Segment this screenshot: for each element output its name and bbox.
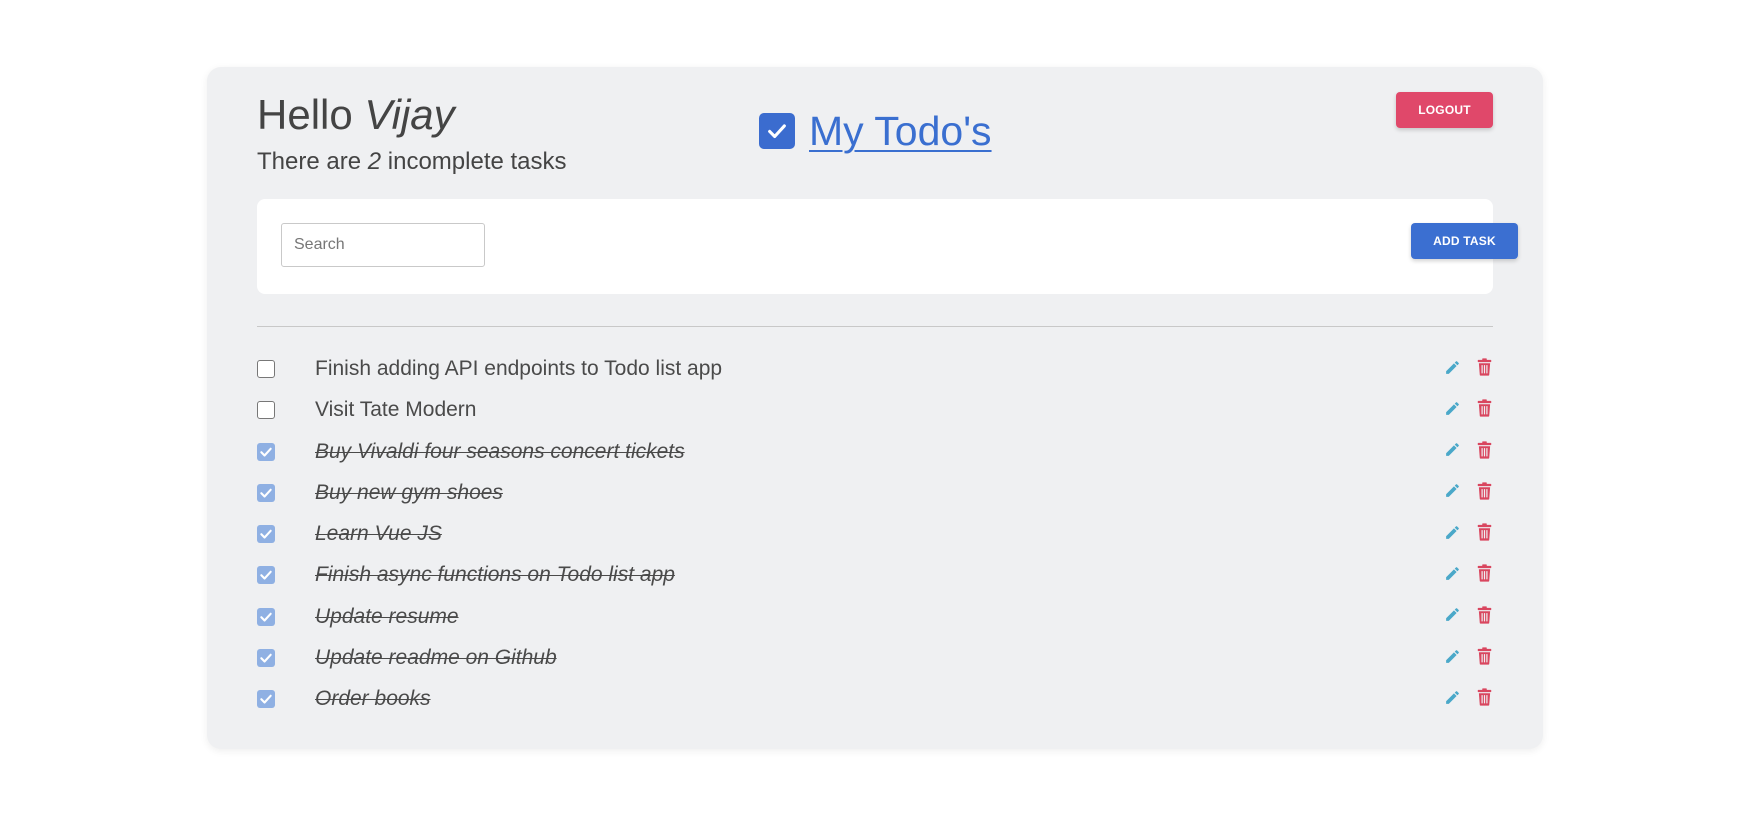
user-name: Vijay xyxy=(364,91,455,138)
check-icon xyxy=(260,488,272,498)
todo-card: Hello Vijay There are 2 incomplete tasks… xyxy=(207,67,1543,749)
task-list: Finish adding API endpoints to Todo list… xyxy=(257,353,1493,725)
pencil-icon[interactable] xyxy=(1443,440,1461,460)
task-checkbox[interactable] xyxy=(257,401,275,420)
task-item: Visit Tate Modern xyxy=(257,394,1493,435)
task-label: Buy new gym shoes xyxy=(315,480,503,504)
trash-icon[interactable] xyxy=(1475,481,1493,501)
task-label: Learn Vue JS xyxy=(315,522,442,546)
pencil-icon[interactable] xyxy=(1443,481,1461,501)
pencil-icon[interactable] xyxy=(1443,357,1461,377)
summary-prefix: There are xyxy=(257,148,362,175)
trash-icon[interactable] xyxy=(1475,440,1493,460)
task-item: Order books xyxy=(257,683,1493,724)
task-checkbox[interactable] xyxy=(257,525,275,544)
trash-icon[interactable] xyxy=(1475,563,1493,583)
logout-button[interactable]: LOGOUT xyxy=(1396,92,1493,128)
pencil-icon[interactable] xyxy=(1443,605,1461,625)
app-brand: My Todo's xyxy=(759,107,992,155)
trash-icon[interactable] xyxy=(1475,357,1493,377)
divider xyxy=(257,326,1493,327)
task-actions xyxy=(1443,563,1493,583)
trash-icon[interactable] xyxy=(1475,646,1493,666)
task-item: Update resume xyxy=(257,601,1493,642)
summary-suffix: incomplete tasks xyxy=(387,148,567,175)
pencil-icon[interactable] xyxy=(1443,398,1461,418)
task-actions xyxy=(1443,687,1493,707)
task-label: Order books xyxy=(315,687,431,711)
task-actions xyxy=(1443,522,1493,542)
trash-icon[interactable] xyxy=(1475,522,1493,542)
task-actions xyxy=(1443,357,1493,377)
task-checkbox[interactable] xyxy=(257,566,275,585)
task-label: Finish adding API endpoints to Todo list… xyxy=(315,357,723,380)
check-icon xyxy=(260,529,272,539)
task-checkbox[interactable] xyxy=(257,483,275,502)
task-item: Learn Vue JS xyxy=(257,518,1493,559)
task-item: Buy Vivaldi four seasons concert tickets xyxy=(257,436,1493,477)
incomplete-tasks-summary: There are 2 incomplete tasks xyxy=(257,147,567,177)
add-task-button[interactable]: ADD TASK xyxy=(1411,223,1518,259)
task-label: Buy Vivaldi four seasons concert tickets xyxy=(315,439,685,463)
greeting-text: Hello xyxy=(257,91,353,138)
task-checkbox[interactable] xyxy=(257,442,275,461)
task-actions xyxy=(1443,646,1493,666)
task-item: Update readme on Github xyxy=(257,642,1493,683)
task-label: Update resume xyxy=(315,604,459,628)
greeting-heading: Hello Vijay xyxy=(257,91,455,139)
task-toolbar: ADD TASK xyxy=(257,199,1518,294)
task-actions xyxy=(1443,481,1493,501)
check-icon xyxy=(260,612,272,622)
task-label: Finish async functions on Todo list app xyxy=(315,563,675,587)
trash-icon[interactable] xyxy=(1475,398,1493,418)
pencil-icon[interactable] xyxy=(1443,687,1461,707)
task-item: Finish async functions on Todo list app xyxy=(257,559,1493,600)
task-actions xyxy=(1443,605,1493,625)
pencil-icon[interactable] xyxy=(1443,522,1461,542)
task-label: Update readme on Github xyxy=(315,646,557,670)
task-checkbox[interactable] xyxy=(257,690,275,709)
check-icon xyxy=(260,571,272,581)
task-checkbox[interactable] xyxy=(257,649,275,668)
task-actions xyxy=(1443,440,1493,460)
task-label: Visit Tate Modern xyxy=(315,398,477,422)
check-icon xyxy=(260,447,272,457)
incomplete-count: 2 xyxy=(367,148,382,175)
check-icon xyxy=(260,695,272,704)
task-actions xyxy=(1443,398,1493,418)
search-input[interactable] xyxy=(281,223,485,267)
pencil-icon[interactable] xyxy=(1443,563,1461,583)
pencil-icon[interactable] xyxy=(1443,646,1461,666)
checkbox-checked-icon xyxy=(759,113,795,149)
task-checkbox[interactable] xyxy=(257,607,275,626)
task-checkbox[interactable] xyxy=(257,360,275,378)
task-item: Buy new gym shoes xyxy=(257,477,1493,518)
app-title-link[interactable]: My Todo's xyxy=(809,107,992,155)
trash-icon[interactable] xyxy=(1475,605,1493,625)
check-icon xyxy=(260,653,272,663)
trash-icon[interactable] xyxy=(1475,687,1493,707)
task-item: Finish adding API endpoints to Todo list… xyxy=(257,353,1493,394)
